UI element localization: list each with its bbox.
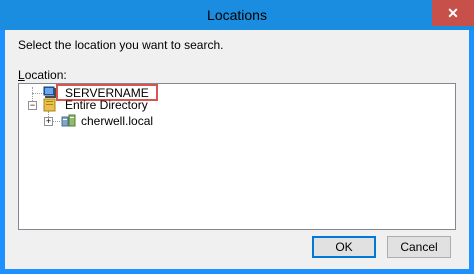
- expand-toggle[interactable]: +: [44, 117, 53, 126]
- tree-item-label: Entire Directory: [65, 98, 148, 112]
- title-bar[interactable]: Locations ✕: [0, 0, 474, 30]
- location-label: Location:: [18, 68, 67, 82]
- tree-item-label: cherwell.local: [81, 114, 154, 128]
- location-label-rest: ocation:: [24, 68, 67, 82]
- ok-button[interactable]: OK: [312, 236, 376, 258]
- close-button[interactable]: ✕: [432, 0, 474, 26]
- cancel-button[interactable]: Cancel: [387, 236, 451, 258]
- dialog-body: Select the location you want to search. …: [5, 30, 469, 269]
- directory-book-icon: [43, 98, 56, 112]
- tree-item-entire-directory[interactable]: Entire Directory: [43, 97, 183, 113]
- domain-icon: [61, 114, 76, 127]
- window-title: Locations: [207, 7, 267, 23]
- tree-item-cherwell-local[interactable]: cherwell.local: [61, 113, 181, 129]
- locations-dialog: Locations ✕ Select the location you want…: [0, 0, 474, 274]
- tree-connector: [52, 121, 60, 122]
- location-label-mnemonic: L: [18, 68, 25, 82]
- location-tree[interactable]: SERVERNAME − Entire Directory + cherwell…: [18, 83, 456, 230]
- collapse-toggle[interactable]: −: [28, 101, 37, 110]
- instruction-text: Select the location you want to search.: [18, 38, 224, 52]
